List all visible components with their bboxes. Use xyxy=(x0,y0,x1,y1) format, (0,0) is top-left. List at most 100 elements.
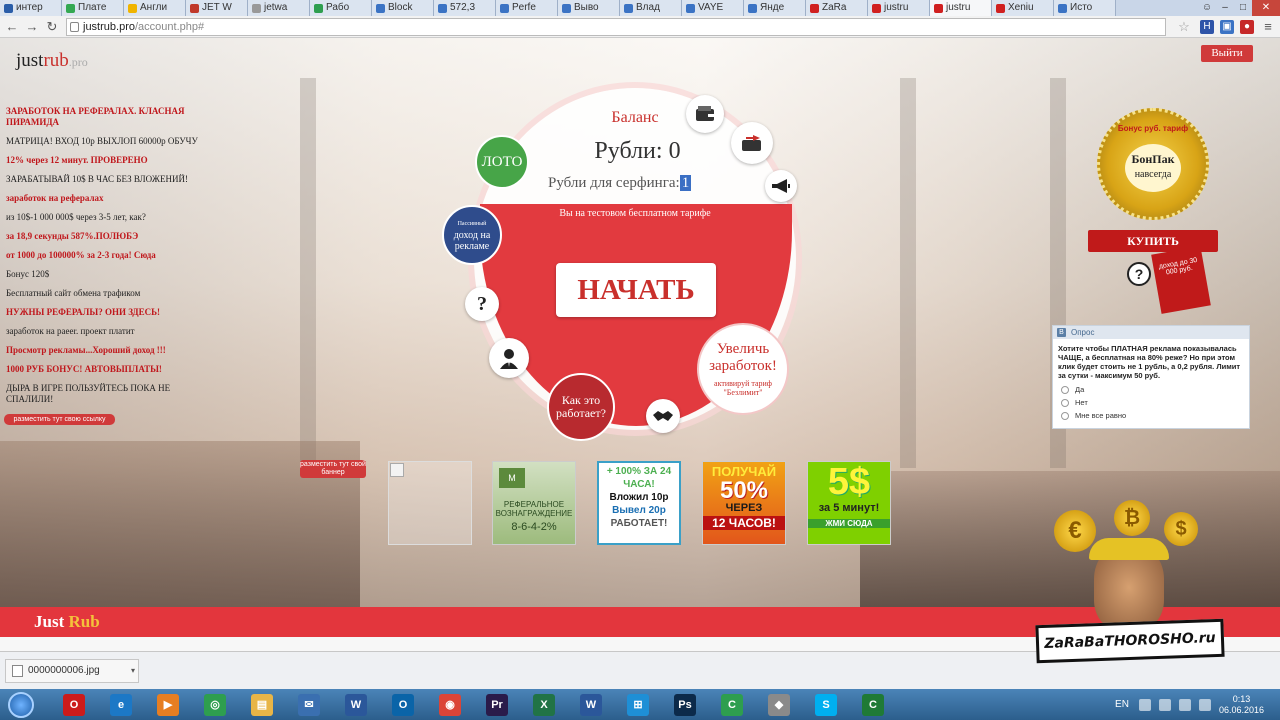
bonus-pack-badge[interactable]: Бонус руб. тариф БонПак навсегда доход до… xyxy=(1088,108,1218,314)
ad-link[interactable]: из 10$-1 000 000$ через 3-5 лет, как? xyxy=(6,212,216,223)
ad-link[interactable]: Бонус 120$ xyxy=(6,269,216,280)
back-icon[interactable]: ← xyxy=(4,19,20,35)
flag-icon[interactable] xyxy=(1198,698,1211,711)
poll-option[interactable]: Мне все равно xyxy=(1053,409,1249,422)
loto-button[interactable]: ЛОТО xyxy=(475,135,529,189)
ad-link[interactable]: ЗАРАБОТОК НА РЕФЕРАЛАХ. КЛАСНАЯ ПИРАМИДА xyxy=(6,106,216,128)
extension-red-icon[interactable]: ● xyxy=(1240,20,1254,34)
forward-icon[interactable]: → xyxy=(24,19,40,35)
bookmark-star-icon[interactable]: ☆ xyxy=(1176,19,1192,35)
browser-tab[interactable]: Влад xyxy=(620,0,682,16)
buy-button[interactable]: КУПИТЬ xyxy=(1088,230,1218,252)
taskbar-app-photoshop[interactable]: Ps xyxy=(665,691,705,719)
ad-link[interactable]: ЗАРАБАТЫВАЙ 10$ В ЧАС БЕЗ ВЛОЖЕНИЙ! xyxy=(6,174,216,185)
banner-five-dollars[interactable]: 5$ за 5 минут! ЖМИ СЮДА xyxy=(807,461,891,545)
taskbar-app-camtasia2[interactable]: C xyxy=(853,691,893,719)
browser-tab[interactable]: jetwa xyxy=(248,0,310,16)
start-button[interactable]: НАЧАТЬ xyxy=(556,263,716,317)
logout-button[interactable]: Выйти xyxy=(1201,45,1253,62)
clock[interactable]: 0:13 06.06.2016 xyxy=(1219,694,1264,716)
profile-button[interactable] xyxy=(489,338,529,378)
extension-blue-icon[interactable]: ▣ xyxy=(1220,20,1234,34)
taskbar-app-ie[interactable]: e xyxy=(101,691,141,719)
radio-icon[interactable] xyxy=(1061,385,1069,394)
badge-help-icon[interactable]: ? xyxy=(1127,262,1151,286)
banner-deposit[interactable]: + 100% ЗА 24 ЧАСА! Вложил 10р Вывел 20р … xyxy=(597,461,681,545)
taskbar-app-windows[interactable]: ⊞ xyxy=(618,691,658,719)
volume-icon[interactable] xyxy=(1178,698,1191,711)
banner-empty[interactable] xyxy=(388,461,472,545)
tray-arrow-icon[interactable] xyxy=(1138,698,1151,711)
radio-icon[interactable] xyxy=(1061,398,1069,407)
passive-income-button[interactable]: Пассивный доход на рекламе xyxy=(442,205,502,265)
reload-icon[interactable]: ↻ xyxy=(44,19,60,35)
ad-link[interactable]: Просмотр рекламы...Хороший доход !!! xyxy=(6,345,216,356)
taskbar-app-mail[interactable]: ✉ xyxy=(289,691,329,719)
taskbar-app-excel[interactable]: X xyxy=(524,691,564,719)
ad-link[interactable]: МАТРИЦА! ВХОД 10р ВЫХЛОП 60000р ОБУЧУ xyxy=(6,136,216,147)
download-item[interactable]: 0000000006.jpg ▾ xyxy=(5,659,139,683)
minimize-button[interactable]: – xyxy=(1216,0,1234,16)
browser-tab[interactable]: Плате xyxy=(62,0,124,16)
browser-tab[interactable]: Рабо xyxy=(310,0,372,16)
taskbar-app-opera[interactable]: O xyxy=(54,691,94,719)
menu-icon[interactable]: ≡ xyxy=(1260,19,1276,35)
place-banner-button[interactable]: разместить тут свой баннер xyxy=(300,460,366,478)
advertising-button[interactable] xyxy=(765,170,797,202)
browser-tab[interactable]: ZaRa xyxy=(806,0,868,16)
browser-tab[interactable]: Янде xyxy=(744,0,806,16)
place-link-button[interactable]: разместить тут свою ссылку xyxy=(4,414,115,425)
withdraw-button[interactable] xyxy=(731,122,773,164)
ad-link[interactable]: от 1000 до 100000% за 2-3 года! Сюда xyxy=(6,250,216,261)
ad-link[interactable]: 1000 РУБ БОНУС! АВТОВЫПЛАТЫ! xyxy=(6,364,216,375)
url-field[interactable]: justrub.pro/account.php# xyxy=(66,18,1166,36)
browser-tab[interactable]: Block xyxy=(372,0,434,16)
how-it-works-button[interactable]: Как это работает? xyxy=(547,373,615,441)
taskbar-app-explorer[interactable]: ▤ xyxy=(242,691,282,719)
browser-tab[interactable]: justru xyxy=(930,0,992,16)
ad-link[interactable]: 12% через 12 минут. ПРОВЕРЕНО xyxy=(6,155,216,166)
ad-link[interactable]: заработок на paeer. проект платит xyxy=(6,326,216,337)
browser-tab[interactable]: Выво xyxy=(558,0,620,16)
browser-tab[interactable]: Исто xyxy=(1054,0,1116,16)
taskbar-app-network[interactable]: ◎ xyxy=(195,691,235,719)
radio-icon[interactable] xyxy=(1061,411,1069,420)
browser-tab[interactable]: JET W xyxy=(186,0,248,16)
taskbar-app-outlook[interactable]: O xyxy=(383,691,423,719)
ad-link[interactable]: за 18,9 секунды 587%.ПОЛЮБЭ xyxy=(6,231,216,242)
browser-tab[interactable]: VAYE xyxy=(682,0,744,16)
browser-tab[interactable]: Англи xyxy=(124,0,186,16)
maximize-button[interactable]: □ xyxy=(1234,0,1252,16)
poll-option[interactable]: Нет xyxy=(1053,396,1249,409)
wallet-button[interactable] xyxy=(686,95,724,133)
download-menu-icon[interactable]: ▾ xyxy=(131,660,135,682)
network-icon[interactable] xyxy=(1158,698,1171,711)
ad-link[interactable]: НУЖНЫ РЕФЕРАЛЫ? ОНИ ЗДЕСЬ! xyxy=(6,307,216,318)
taskbar-app-premiere[interactable]: Pr xyxy=(477,691,517,719)
ad-link[interactable]: ДЫРА В ИГРЕ ПОЛЬЗУЙТЕСЬ ПОКА НЕ СПАЛИЛИ! xyxy=(6,383,216,405)
banner-referral[interactable]: M РЕФЕРАЛЬНОЕ ВОЗНАГРАЖДЕНИЕ 8-6-4-2% xyxy=(492,461,576,545)
user-icon[interactable]: ☺ xyxy=(1198,0,1216,16)
ad-link[interactable]: заработок на рефералах xyxy=(6,193,216,204)
taskbar-app-chrome[interactable]: ◉ xyxy=(430,691,470,719)
taskbar-app-word[interactable]: W xyxy=(336,691,376,719)
poll-option[interactable]: Да xyxy=(1053,383,1249,396)
browser-tab[interactable]: Perfe xyxy=(496,0,558,16)
increase-earnings-button[interactable]: Увеличь заработок! активируй тариф "Безл… xyxy=(697,323,789,415)
start-button-icon[interactable] xyxy=(8,691,34,718)
taskbar-app-skype[interactable]: S xyxy=(806,691,846,719)
browser-tab[interactable]: Xeniu xyxy=(992,0,1054,16)
browser-tab[interactable]: justru xyxy=(868,0,930,16)
close-window-button[interactable]: ✕ xyxy=(1252,0,1280,16)
browser-tab[interactable]: интер xyxy=(0,0,62,16)
extension-h-icon[interactable]: H xyxy=(1200,20,1214,34)
taskbar-app-word2[interactable]: W xyxy=(571,691,611,719)
taskbar-app-media-player[interactable]: ▶ xyxy=(148,691,188,719)
browser-tab[interactable]: 572,3 xyxy=(434,0,496,16)
site-logo[interactable]: justrub.pro xyxy=(16,50,88,72)
taskbar-app-camtasia[interactable]: C xyxy=(712,691,752,719)
help-button[interactable]: ? xyxy=(465,287,499,321)
partners-button[interactable] xyxy=(646,399,680,433)
taskbar-app-app[interactable]: ◆ xyxy=(759,691,799,719)
banner-fifty-percent[interactable]: ПОЛУЧАЙ 50% ЧЕРЕЗ 12 ЧАСОВ! xyxy=(702,461,786,545)
